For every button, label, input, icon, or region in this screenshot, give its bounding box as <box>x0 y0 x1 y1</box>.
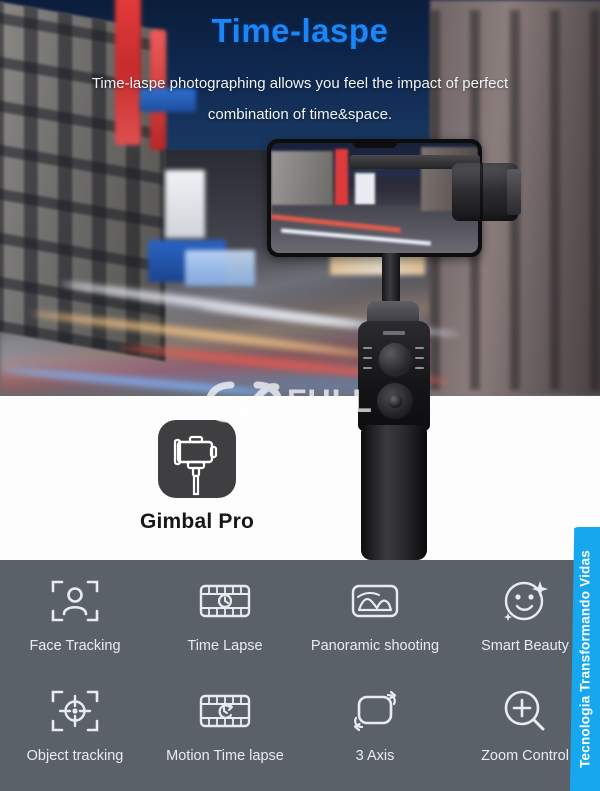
control-marking-top <box>383 331 405 335</box>
gimbal-motor-cap <box>507 169 521 215</box>
feature-label: Motion Time lapse <box>166 748 284 764</box>
feature-label: Panoramic shooting <box>310 638 440 654</box>
side-banner: Tecnologia Transformando Vidas <box>570 527 600 791</box>
panorama-image-icon <box>300 570 450 632</box>
billboard-white <box>165 170 205 238</box>
hero-title: Time-laspe <box>211 12 389 49</box>
control-marking-4 <box>415 347 424 349</box>
hero-subtitle: Time-laspe photographing allows you feel… <box>30 68 570 130</box>
features-row-2: Object tracking Motion Time lapse 3 Axis… <box>0 680 600 764</box>
control-marking-5 <box>415 357 424 359</box>
features-row-1: Face Tracking Time Lapse Panoramic shoot… <box>0 570 600 654</box>
feature-3-axis[interactable]: 3 Axis <box>300 680 450 764</box>
features-panel: Face Tracking Time Lapse Panoramic shoot… <box>0 560 600 791</box>
feature-object-tracking[interactable]: Object tracking <box>0 680 150 764</box>
feature-motion-time-lapse[interactable]: Motion Time lapse <box>150 680 300 764</box>
control-marking-1 <box>363 347 372 349</box>
motion-timelapse-filmstrip-icon <box>150 680 300 742</box>
feature-label: Face Tracking <box>29 638 121 654</box>
product-infographic-page: Time-laspe Time-laspe photographing allo… <box>0 0 600 791</box>
screen-billboard-white <box>355 173 375 205</box>
control-marking-2 <box>363 357 372 359</box>
three-axis-rotation-icon <box>300 680 450 742</box>
gimbal-yoke <box>382 253 400 307</box>
gimbal-product-image <box>255 125 545 560</box>
feature-panoramic-shooting[interactable]: Panoramic shooting <box>300 570 450 654</box>
side-banner-text: Tecnologia Transformando Vidas <box>577 550 593 768</box>
infinity-loop-icon <box>205 381 283 423</box>
full-watermark: FULL <box>205 368 405 434</box>
billboard-screen <box>185 250 255 286</box>
feature-face-tracking[interactable]: Face Tracking <box>0 570 150 654</box>
phone-notch <box>352 142 397 148</box>
crosshair-target-icon <box>0 680 150 742</box>
control-marking-6 <box>415 367 424 369</box>
face-tracking-icon <box>0 570 150 632</box>
feature-time-lapse[interactable]: Time Lapse <box>150 570 300 654</box>
screen-neon-red <box>335 149 348 207</box>
feature-label: 3 Axis <box>355 748 395 764</box>
watermark-text: FULL <box>287 383 373 419</box>
gimbal-handle <box>361 425 427 560</box>
hero-subtitle-line-1: Time-laspe photographing allows you feel… <box>91 75 509 92</box>
time-lapse-filmstrip-icon <box>150 570 300 632</box>
feature-label: Time Lapse <box>187 638 263 654</box>
feature-label: Object tracking <box>26 748 124 764</box>
